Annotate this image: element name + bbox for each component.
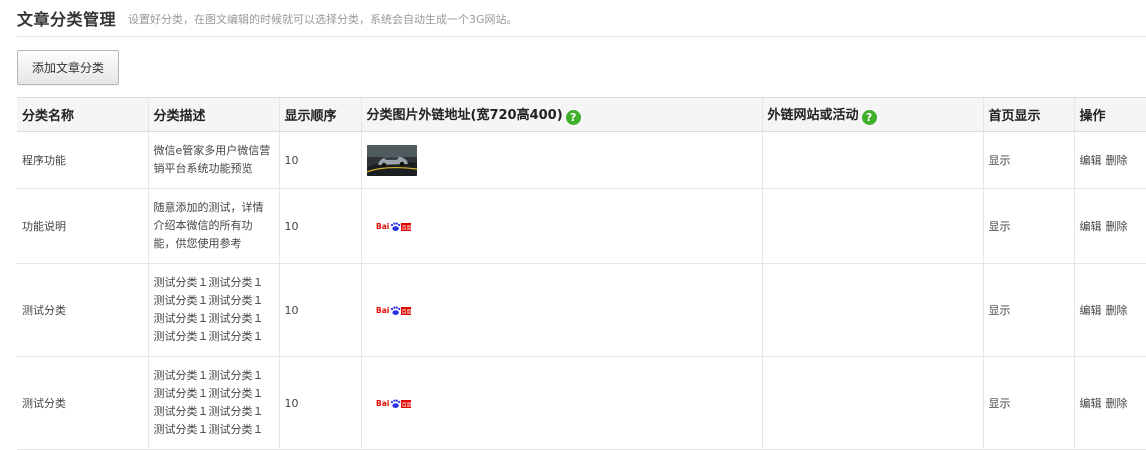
column-header-image: 分类图片外链地址(宽720高400)?	[360, 97, 762, 132]
category-desc: 测试分类１测试分类１测试分类１测试分类１测试分类１测试分类１测试分类１测试分类１	[147, 356, 279, 450]
column-header-order: 显示顺序	[278, 97, 361, 132]
home-display-status: 显示	[982, 131, 1074, 189]
home-display-status: 显示	[982, 356, 1074, 450]
category-order: 10	[278, 263, 361, 357]
baidu-logo-image: Bai 百度	[376, 222, 412, 232]
table-row: 测试分类 测试分类１测试分类１测试分类１测试分类１测试分类１测试分类１测试分类１…	[17, 263, 1146, 357]
edit-link[interactable]: 编辑	[1080, 154, 1102, 167]
category-desc: 微信e管家多用户微信营销平台系统功能预览	[147, 131, 279, 189]
delete-link[interactable]: 删除	[1106, 220, 1128, 233]
category-link	[761, 188, 983, 264]
page-subtitle: 设置好分类，在图文编辑的时候就可以选择分类，系统会自动生成一个3G网站。	[128, 13, 518, 26]
table-header-row: 分类名称 分类描述 显示顺序 分类图片外链地址(宽720高400)? 外链网站或…	[17, 97, 1146, 132]
category-name: 功能说明	[17, 188, 148, 264]
category-name: 程序功能	[17, 131, 148, 189]
car-photo-thumbnail	[366, 144, 417, 176]
column-header-name: 分类名称	[17, 97, 148, 132]
category-image-cell: Bai 百度	[360, 263, 762, 357]
actions-cell: 编辑 删除	[1073, 131, 1146, 189]
delete-link[interactable]: 删除	[1106, 397, 1128, 410]
delete-link[interactable]: 删除	[1106, 154, 1128, 167]
baidu-logo-image: Bai 百度	[376, 399, 412, 409]
table-row: 测试分类 测试分类１测试分类１测试分类１测试分类１测试分类１测试分类１测试分类１…	[17, 356, 1146, 450]
actions-cell: 编辑 删除	[1073, 188, 1146, 264]
page-header: 文章分类管理 设置好分类，在图文编辑的时候就可以选择分类，系统会自动生成一个3G…	[17, 0, 1146, 37]
svg-text:Bai: Bai	[376, 306, 389, 315]
category-table: 分类名称 分类描述 显示顺序 分类图片外链地址(宽720高400)? 外链网站或…	[17, 97, 1146, 450]
category-name: 测试分类	[17, 263, 148, 357]
edit-link[interactable]: 编辑	[1080, 397, 1102, 410]
column-header-home: 首页显示	[982, 97, 1074, 132]
help-icon[interactable]: ?	[861, 110, 877, 125]
category-order: 10	[278, 356, 361, 450]
column-header-link: 外链网站或活动?	[761, 97, 983, 132]
category-link	[761, 356, 983, 450]
svg-text:百度: 百度	[401, 402, 411, 409]
svg-text:Bai: Bai	[376, 222, 389, 231]
column-header-desc: 分类描述	[147, 97, 279, 132]
actions-cell: 编辑 删除	[1073, 263, 1146, 357]
svg-text:Bai: Bai	[376, 399, 389, 408]
category-image-cell: Bai 百度	[360, 356, 762, 450]
help-icon[interactable]: ?	[565, 110, 581, 125]
add-category-button[interactable]: 添加文章分类	[17, 50, 119, 85]
category-name: 测试分类	[17, 356, 148, 450]
category-image-cell: Bai 百度	[360, 188, 762, 264]
table-row: 程序功能 微信e管家多用户微信营销平台系统功能预览 10 显示 编辑 删除	[17, 131, 1146, 189]
svg-text:百度: 百度	[401, 309, 411, 316]
page-title: 文章分类管理	[17, 10, 117, 29]
column-header-actions: 操作	[1073, 97, 1146, 132]
delete-link[interactable]: 删除	[1106, 304, 1128, 317]
category-desc: 测试分类１测试分类１测试分类１测试分类１测试分类１测试分类１测试分类１测试分类１	[147, 263, 279, 357]
category-order: 10	[278, 131, 361, 189]
svg-text:百度: 百度	[401, 225, 411, 232]
edit-link[interactable]: 编辑	[1080, 304, 1102, 317]
category-order: 10	[278, 188, 361, 264]
actions-cell: 编辑 删除	[1073, 356, 1146, 450]
home-display-status: 显示	[982, 188, 1074, 264]
baidu-logo-image: Bai 百度	[376, 306, 412, 316]
category-link	[761, 131, 983, 189]
home-display-status: 显示	[982, 263, 1074, 357]
table-row: 功能说明 随意添加的测试，详情介绍本微信的所有功能，供您使用参考 10 Bai …	[17, 188, 1146, 264]
category-link	[761, 263, 983, 357]
edit-link[interactable]: 编辑	[1080, 220, 1102, 233]
category-desc: 随意添加的测试，详情介绍本微信的所有功能，供您使用参考	[147, 188, 279, 264]
category-image-cell	[360, 131, 762, 189]
